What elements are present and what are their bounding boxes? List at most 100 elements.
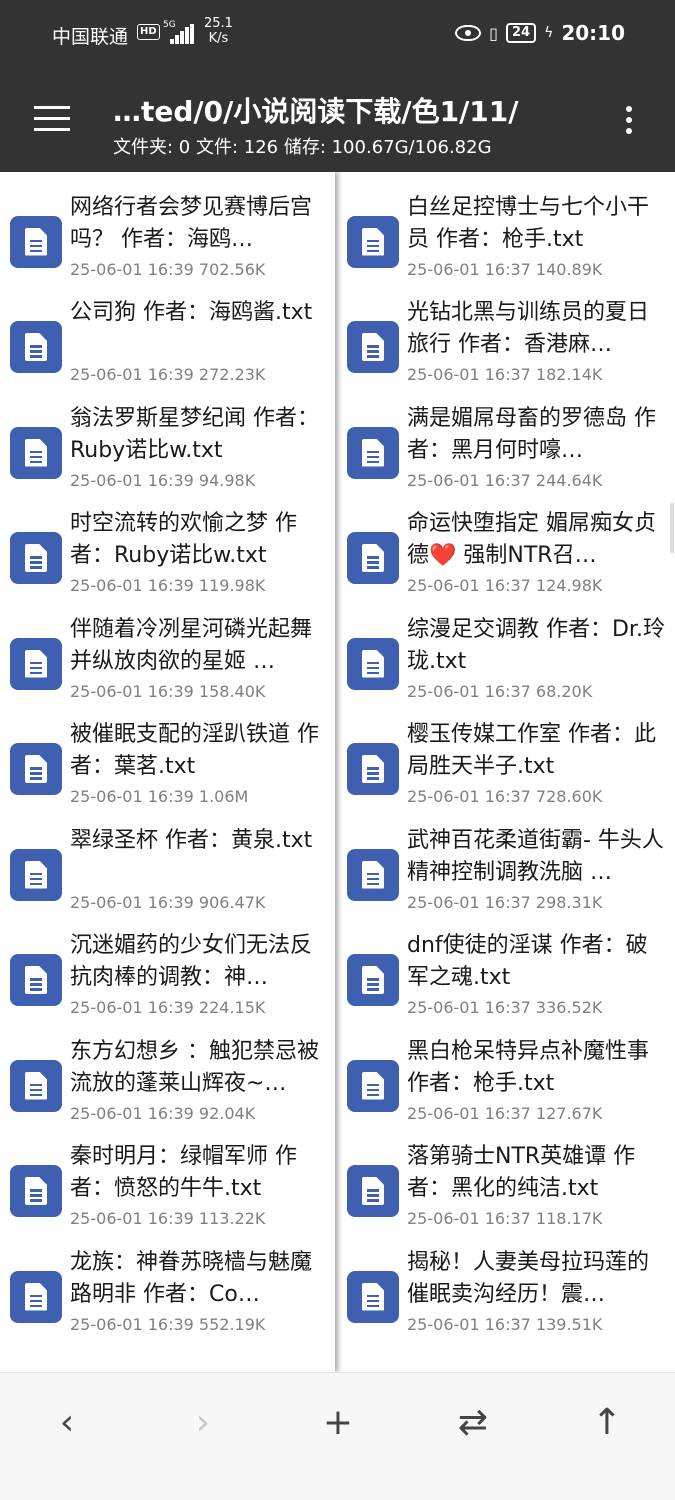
forward-icon[interactable]: › xyxy=(178,1401,228,1445)
status-bar: 中国联通 HD 5G 25.1 K/s ▯ 24 ϟ 20:10 xyxy=(0,0,675,70)
file-row[interactable]: 时空流转的欢愉之梦 作者：Ruby诺比w.txt 25-06-01 16:39 1… xyxy=(0,506,335,612)
speed-value: 25.1 xyxy=(204,16,233,31)
file-row[interactable]: 光钻北黑与训练员的夏日旅行 作者：香港麻… 25-06-01 16:37 182.… xyxy=(338,295,675,401)
document-icon xyxy=(10,426,62,479)
file-name: 被催眠支配的淫趴铁道 作者：葉茗.txt xyxy=(70,722,319,779)
document-icon xyxy=(10,215,62,268)
document-icon xyxy=(10,1059,62,1112)
file-row[interactable]: 白丝足控博士与七个小干员 作者：枪手.txt 25-06-01 16:37 140… xyxy=(338,190,675,296)
file-row[interactable]: dnf使徒的淫谋 作者：破军之魂.txt 25-06-01 16:37 336.5… xyxy=(338,928,675,1034)
file-name: 网络行者会梦见赛博后宫吗？ 作者：海鸥… xyxy=(70,194,313,252)
file-meta: 25-06-01 16:39 702.56K xyxy=(70,259,266,279)
document-icon xyxy=(347,848,399,901)
file-name: 龙族：神眷苏晓樯与魅魔路明非 作者：Co… xyxy=(70,1249,313,1307)
hd-badge: HD xyxy=(137,24,160,40)
document-icon xyxy=(347,743,399,795)
signal-icon xyxy=(170,24,194,44)
clock: 20:10 xyxy=(561,21,625,45)
file-row[interactable]: 樱玉传媒工作室 作者：此局胜天半子.txt 25-06-01 16:37 728.… xyxy=(338,717,675,823)
hamburger-menu-icon[interactable] xyxy=(34,104,72,134)
file-name: 时空流转的欢愉之梦 作者：Ruby诺比w.txt xyxy=(70,511,297,568)
file-meta: 25-06-01 16:39 1.06M xyxy=(70,787,249,806)
file-list-left[interactable]: 25-06-01 16:39 90.50K 网络行者会梦见赛博后宫吗？ 作者：海鸥… xyxy=(0,172,335,1372)
file-name: 东方幻想乡 ：触犯禁忌被流放的蓬莱山辉夜~… xyxy=(70,1038,319,1096)
file-name: 命运快堕指定 媚屌痴女贞德❤️ 强制NTR召… xyxy=(407,511,656,568)
file-meta: 25-06-01 16:39 224.15K xyxy=(70,998,266,1017)
document-icon xyxy=(10,743,62,795)
file-meta: 25-06-01 16:39 552.19K xyxy=(70,1314,266,1334)
file-meta: 25-06-01 16:37 140.89K xyxy=(407,259,603,279)
file-row[interactable]: 秦时明月：绿帽军师 作者：愤怒的牛牛.txt 25-06-01 16:39 113… xyxy=(0,1139,335,1245)
file-meta: 25-06-01 16:37 127.67K xyxy=(407,1103,603,1123)
charging-icon: ϟ xyxy=(544,25,554,41)
file-row[interactable]: 25-06-01 16:39 90.50K xyxy=(0,172,335,190)
eye-icon xyxy=(455,25,482,41)
file-meta: 25-06-01 16:37 728.60K xyxy=(407,787,603,806)
file-meta: 25-06-01 16:37 139.51K xyxy=(407,1314,603,1334)
file-meta: 25-06-01 16:37 68.20K xyxy=(407,681,593,701)
document-icon xyxy=(10,1165,62,1217)
document-icon xyxy=(10,848,62,901)
file-meta: 25-06-01 16:39 113.22K xyxy=(70,1209,266,1228)
document-icon xyxy=(10,1270,62,1323)
file-meta: 25-06-01 16:39 119.98K xyxy=(70,576,266,595)
file-name: 满是媚屌母畜的罗德岛 作者：黑月何时嚎… xyxy=(407,405,656,463)
vibrate-icon: ▯ xyxy=(489,23,498,43)
file-meta: 25-06-01 16:39 94.98K xyxy=(70,470,256,490)
swap-icon[interactable]: ⇄ xyxy=(448,1401,498,1445)
file-row[interactable]: 武神百花柔道街霸- 牛头人精神控制调教洗脑 … 25-06-01 16:37 29… xyxy=(338,823,675,929)
file-row[interactable]: 被催眠支配的淫趴铁道 作者：葉茗.txt 25-06-01 16:39 1.06M xyxy=(0,717,335,823)
file-row[interactable]: 综漫足交调教 作者：Dr.玲珑.txt 25-06-01 16:37 68.20K xyxy=(338,612,675,718)
file-name: dnf使徒的淫谋 作者：破军之魂.txt xyxy=(407,933,648,990)
file-row[interactable]: 黑白枪呆特异点补魔性事 作者：枪手.txt 25-06-01 16:37 127.… xyxy=(338,1034,675,1140)
file-name: 黑白枪呆特异点补魔性事 作者：枪手.txt xyxy=(407,1038,650,1096)
file-name: 樱玉传媒工作室 作者：此局胜天半子.txt xyxy=(407,722,656,779)
file-row[interactable]: 龙族：神眷苏晓樯与魅魔路明非 作者：Co… 25-06-01 16:39 552.… xyxy=(0,1245,335,1351)
up-icon[interactable]: ↑ xyxy=(582,1401,632,1445)
file-row[interactable]: 25-06-01 16:37 78.05K xyxy=(338,172,675,190)
document-icon xyxy=(347,637,399,690)
document-icon xyxy=(347,426,399,479)
document-icon xyxy=(10,321,62,373)
file-row[interactable]: 伴随着冷冽星河磷光起舞并纵放肉欲的星姬 … 25-06-01 16:39 158.… xyxy=(0,612,335,718)
folder-summary: 文件夹: 0 文件: 126 储存: 100.67G/106.82G xyxy=(113,137,492,158)
document-icon xyxy=(10,954,62,1006)
file-row[interactable]: 沉迷媚药的少女们无法反抗肉棒的调教：神… 25-06-01 16:39 224.1… xyxy=(0,928,335,1034)
scrollbar[interactable] xyxy=(670,503,674,553)
file-row[interactable]: 翁法罗斯星梦纪闻 作者：Ruby诺比w.txt 25-06-01 16:39 94… xyxy=(0,401,335,507)
file-meta: 25-06-01 16:39 272.23K xyxy=(70,365,266,384)
file-name: 揭秘！人妻美母拉玛莲的催眠卖沟经历！震… xyxy=(407,1249,650,1307)
file-name: 沉迷媚药的少女们无法反抗肉棒的调教：神… xyxy=(70,933,313,990)
file-meta: 25-06-01 16:37 298.31K xyxy=(407,892,603,912)
app-header: 中国联通 HD 5G 25.1 K/s ▯ 24 ϟ 20:10 …ted/0/… xyxy=(0,0,675,172)
file-name: 秦时明月：绿帽军师 作者：愤怒的牛牛.txt xyxy=(70,1144,297,1201)
file-name: 伴随着冷冽星河磷光起舞并纵放肉欲的星姬 … xyxy=(70,616,313,674)
document-icon xyxy=(347,1270,399,1323)
current-path: …ted/0/小说阅读下载/色1/11/ xyxy=(113,95,519,128)
file-meta: 25-06-01 16:39 158.40K xyxy=(70,681,266,701)
more-vert-icon[interactable] xyxy=(622,104,638,136)
file-meta: 25-06-01 16:37 118.17K xyxy=(407,1209,603,1228)
file-meta: 25-06-01 16:37 124.98K xyxy=(407,576,603,595)
network-speed: 25.1 K/s xyxy=(204,16,233,46)
file-list-right[interactable]: 25-06-01 16:37 78.05K 白丝足控博士与七个小干员 作者：枪手.… xyxy=(338,172,675,1372)
file-meta: 25-06-01 16:39 90.50K xyxy=(70,172,255,173)
file-row[interactable]: 翠绿圣杯 作者：黄泉.txt 25-06-01 16:39 906.47K xyxy=(0,823,335,929)
file-name: 综漫足交调教 作者：Dr.玲珑.txt xyxy=(407,616,665,674)
file-row[interactable]: 东方幻想乡 ：触犯禁忌被流放的蓬莱山辉夜~… 25-06-01 16:39 92.… xyxy=(0,1034,335,1140)
file-row[interactable]: 落第骑士NTR英雄谭 作者：黑化的纯洁.txt 25-06-01 16:37 11… xyxy=(338,1139,675,1245)
file-row[interactable]: 满是媚屌母畜的罗德岛 作者：黑月何时嚎… 25-06-01 16:37 244.6… xyxy=(338,401,675,507)
file-name: 公司狗 作者：海鸥酱.txt xyxy=(70,300,313,325)
file-row[interactable]: 揭秘！人妻美母拉玛莲的催眠卖沟经历！震… 25-06-01 16:37 139.5… xyxy=(338,1245,675,1351)
file-row[interactable]: 公司狗 作者：海鸥酱.txt 25-06-01 16:39 272.23K xyxy=(0,295,335,401)
file-row[interactable]: 网络行者会梦见赛博后宫吗？ 作者：海鸥… 25-06-01 16:39 702.5… xyxy=(0,190,335,296)
file-name: 光钻北黑与训练员的夏日旅行 作者：香港麻… xyxy=(407,300,650,357)
file-row[interactable]: 命运快堕指定 媚屌痴女贞德❤️ 强制NTR召… 25-06-01 16:37 12… xyxy=(338,506,675,612)
document-icon xyxy=(347,954,399,1006)
add-icon[interactable]: + xyxy=(313,1401,363,1445)
file-meta: 25-06-01 16:39 92.04K xyxy=(70,1103,256,1123)
document-icon xyxy=(347,1059,399,1112)
back-icon[interactable]: ‹ xyxy=(42,1401,92,1445)
carrier-name: 中国联通 xyxy=(52,26,129,48)
document-icon xyxy=(10,637,62,690)
